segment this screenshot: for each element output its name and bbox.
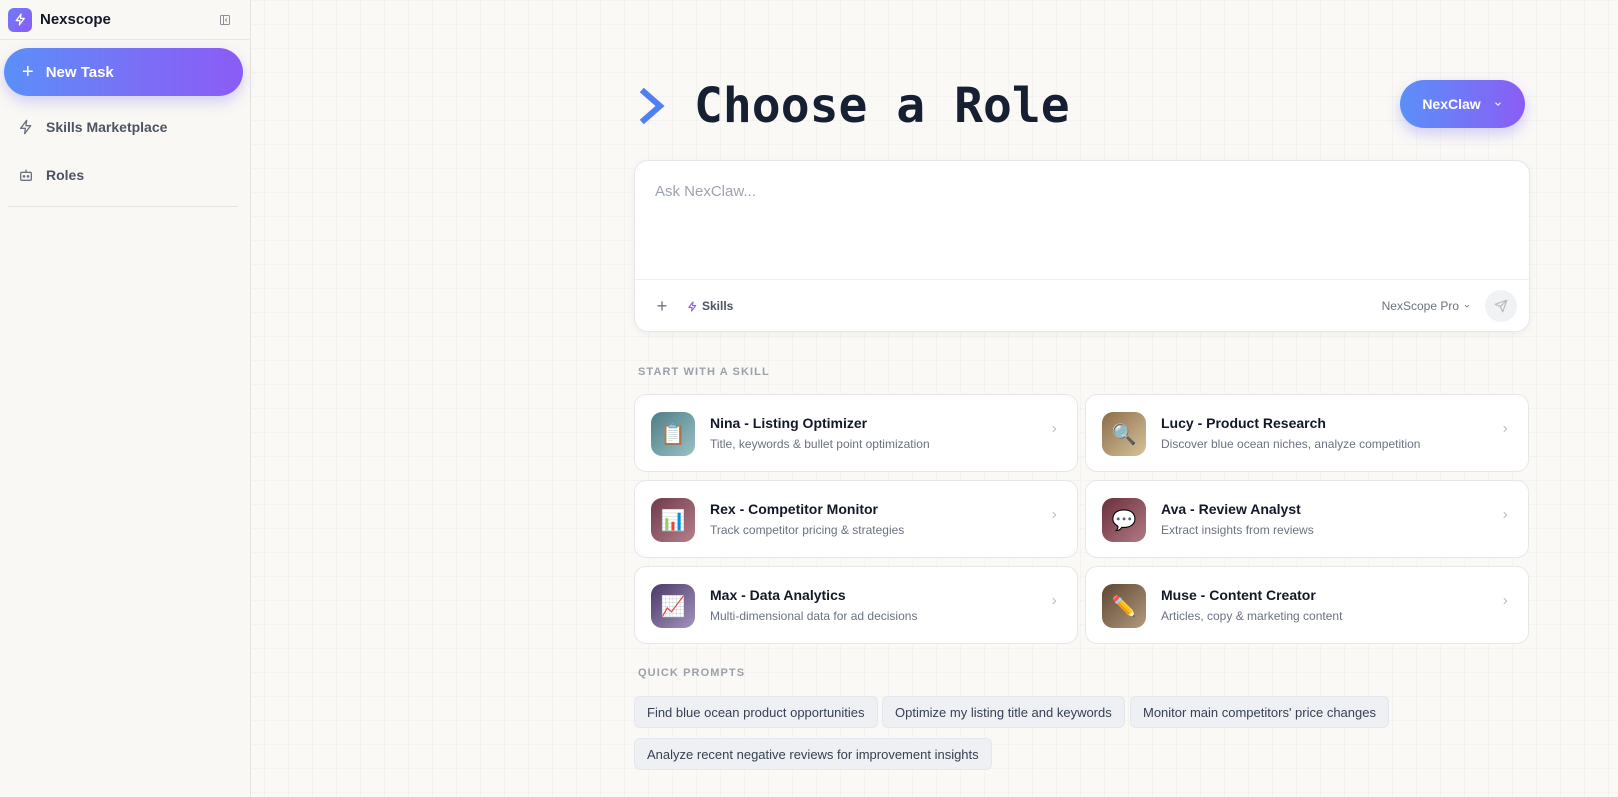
skill-avatar-icon: 🔍 [1102, 412, 1146, 456]
chevron-down-icon [1494, 102, 1501, 106]
sidebar-collapse-icon[interactable] [216, 11, 234, 29]
title-row: Choose a Role [636, 78, 1070, 134]
ask-input[interactable] [635, 161, 1529, 279]
skill-name: Lucy - Product Research [1161, 415, 1326, 431]
chevron-right-icon [1503, 425, 1508, 433]
skill-avatar-icon: 💬 [1102, 498, 1146, 542]
skill-name: Nina - Listing Optimizer [710, 415, 868, 431]
skill-card-competitor-monitor[interactable]: 📊 Rex - Competitor Monitor Track competito… [634, 480, 1078, 558]
skill-description: Multi-dimensional data for ad decisions [710, 609, 918, 623]
chevron-right-icon [1503, 511, 1508, 519]
agent-select-label: NexClaw [1422, 96, 1481, 112]
sidebar-item-label: Roles [46, 167, 85, 183]
skill-card-content-creator[interactable]: ✏️ Muse - Content Creator Articles, copy &… [1085, 566, 1529, 644]
chevron-right-icon [1052, 511, 1057, 519]
chevron-right-icon [1052, 597, 1057, 605]
skill-card-review-analyst[interactable]: 💬 Ava - Review Analyst Extract insights fr… [1085, 480, 1529, 558]
robot-icon [20, 169, 32, 181]
skills-button[interactable]: Skills [687, 299, 733, 313]
quick-prompts-section-label: QUICK PROMPTS [638, 667, 746, 679]
brand: Nexscope [0, 0, 250, 40]
sidebar-item-roles[interactable]: Roles [8, 157, 238, 193]
skill-card-product-research[interactable]: 🔍 Lucy - Product Research Discover blue oc… [1085, 394, 1529, 472]
quick-prompt-chip[interactable]: Analyze recent negative reviews for impr… [634, 738, 992, 770]
skill-description: Discover blue ocean niches, analyze comp… [1161, 437, 1421, 451]
chevron-down-icon [1464, 304, 1470, 308]
skill-description: Title, keywords & bullet point optimizat… [710, 437, 930, 451]
quick-prompt-chip[interactable]: Find blue ocean product opportunities [634, 696, 878, 728]
model-select[interactable]: NexScope Pro [1382, 299, 1471, 313]
chevron-right-icon [639, 87, 665, 125]
skill-avatar-icon: 📊 [651, 498, 695, 542]
send-button[interactable] [1485, 290, 1517, 322]
plus-icon: + [22, 61, 34, 83]
skill-description: Extract insights from reviews [1161, 523, 1314, 537]
skill-name: Rex - Competitor Monitor [710, 501, 878, 517]
skill-avatar-icon: ✏️ [1102, 584, 1146, 628]
new-task-button[interactable]: + New Task [4, 48, 243, 96]
skill-name: Muse - Content Creator [1161, 587, 1316, 603]
composer: + Skills NexScope Pro [634, 160, 1530, 332]
agent-select-button[interactable]: NexClaw [1400, 80, 1525, 128]
chevron-right-icon [1503, 597, 1508, 605]
composer-toolbar: + Skills NexScope Pro [635, 279, 1529, 331]
skills-label: Skills [702, 299, 734, 313]
skill-description: Track competitor pricing & strategies [710, 523, 905, 537]
lightning-icon[interactable] [8, 7, 32, 32]
sidebar: Nexscope + New Task Skills Marketplace R… [0, 0, 251, 797]
quick-prompt-chip[interactable]: Optimize my listing title and keywords [882, 696, 1125, 728]
skill-name: Max - Data Analytics [710, 587, 846, 603]
sidebar-item-label: Skills Marketplace [46, 119, 168, 135]
skill-name: Ava - Review Analyst [1161, 501, 1301, 517]
brand-name: Nexscope [40, 11, 111, 28]
model-select-label: NexScope Pro [1381, 299, 1459, 313]
chevron-right-icon [1052, 425, 1057, 433]
sidebar-item-skills-marketplace[interactable]: Skills Marketplace [8, 109, 238, 145]
lightning-icon [688, 300, 697, 312]
skills-section-label: START WITH A SKILL [638, 366, 770, 378]
page-title: Choose a Role [694, 78, 1070, 134]
skill-card-listing-optimizer[interactable]: 📋 Nina - Listing Optimizer Title, keywords… [634, 394, 1078, 472]
new-task-label: New Task [45, 63, 114, 81]
skill-avatar-icon: 📈 [651, 584, 695, 628]
lightning-icon [20, 119, 32, 135]
quick-prompt-chip[interactable]: Monitor main competitors' price changes [1130, 696, 1389, 728]
add-attachment-icon[interactable]: + [653, 296, 671, 317]
skill-avatar-icon: 📋 [651, 412, 695, 456]
send-icon [1494, 299, 1508, 313]
skill-card-data-analytics[interactable]: 📈 Max - Data Analytics Multi-dimensional d… [634, 566, 1078, 644]
sidebar-divider [8, 206, 238, 207]
skill-description: Articles, copy & marketing content [1161, 609, 1343, 623]
